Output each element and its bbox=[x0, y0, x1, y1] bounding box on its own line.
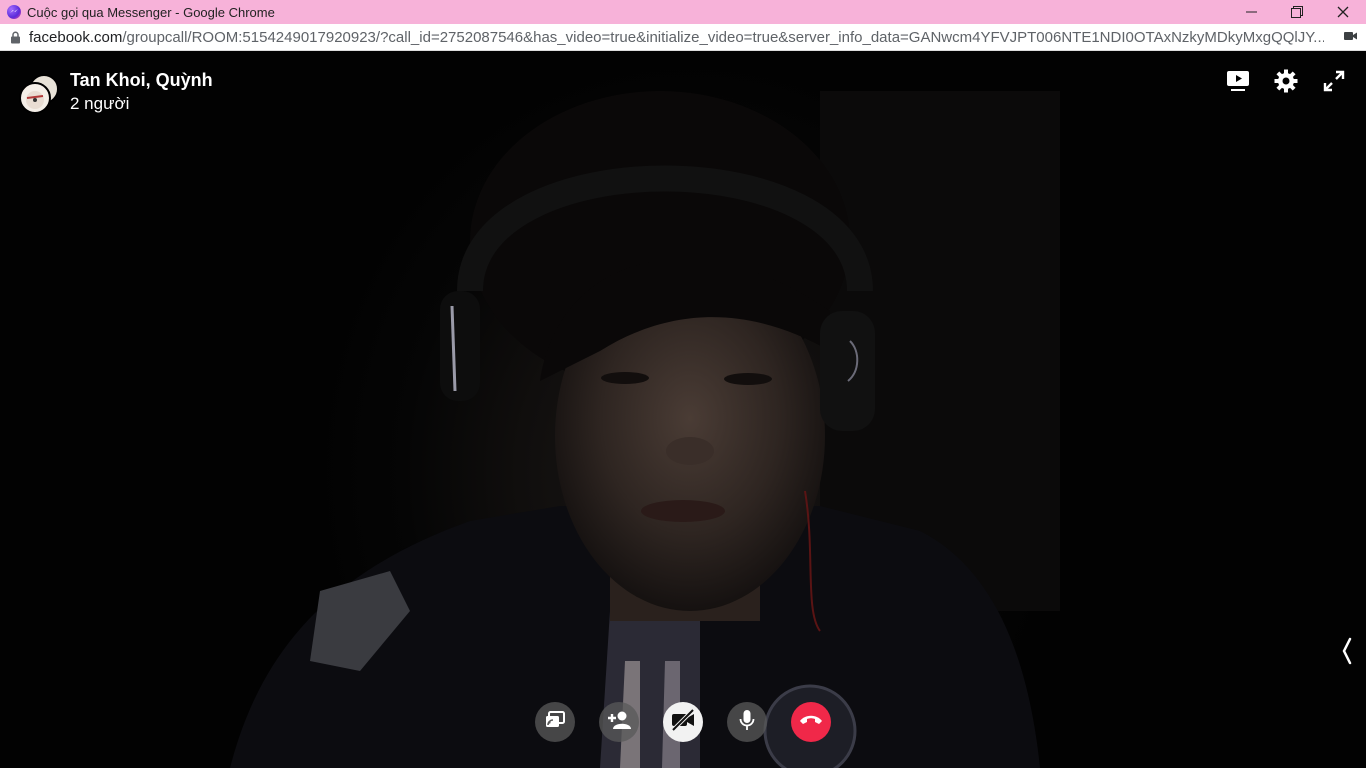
window-titlebar: Cuộc gọi qua Messenger - Google Chrome bbox=[0, 0, 1366, 24]
camera-toggle-button[interactable] bbox=[663, 702, 703, 742]
participant-count: 2 người bbox=[70, 94, 130, 113]
address-bar[interactable]: facebook.com/groupcall/ROOM:515424901792… bbox=[0, 24, 1366, 51]
minimize-button[interactable] bbox=[1228, 0, 1274, 24]
url-path: /groupcall/ROOM:5154249017920923/?call_i… bbox=[122, 28, 1324, 46]
call-participants-title: Tan Khoi, Quỳnh bbox=[70, 70, 213, 90]
expand-icon[interactable] bbox=[1321, 68, 1347, 94]
video-off-icon bbox=[670, 708, 696, 736]
add-person-icon bbox=[607, 711, 631, 734]
gear-icon[interactable] bbox=[1273, 68, 1299, 94]
remote-video-feed bbox=[0, 51, 1366, 768]
video-camera-icon[interactable] bbox=[1344, 30, 1358, 42]
close-button[interactable] bbox=[1320, 0, 1366, 24]
share-screen-icon bbox=[545, 710, 565, 734]
url-host: facebook.com bbox=[29, 28, 123, 46]
microphone-button[interactable] bbox=[727, 702, 767, 742]
restore-button[interactable] bbox=[1274, 0, 1320, 24]
call-controls bbox=[535, 702, 831, 742]
end-call-button[interactable] bbox=[791, 702, 831, 742]
share-screen-button[interactable] bbox=[535, 702, 575, 742]
microphone-icon bbox=[739, 709, 755, 736]
add-person-button[interactable] bbox=[599, 702, 639, 742]
avatar bbox=[19, 82, 51, 114]
participants-avatar-group[interactable] bbox=[19, 74, 59, 114]
participant-video-image bbox=[230, 91, 1060, 768]
hang-up-icon bbox=[799, 713, 823, 731]
chevron-left-icon[interactable] bbox=[1338, 636, 1356, 666]
lock-icon[interactable] bbox=[10, 31, 21, 44]
window-title: Cuộc gọi qua Messenger - Google Chrome bbox=[27, 4, 275, 20]
messenger-icon bbox=[7, 5, 21, 19]
url-text[interactable]: facebook.com/groupcall/ROOM:515424901792… bbox=[29, 29, 1324, 46]
play-video-icon[interactable] bbox=[1225, 68, 1251, 94]
